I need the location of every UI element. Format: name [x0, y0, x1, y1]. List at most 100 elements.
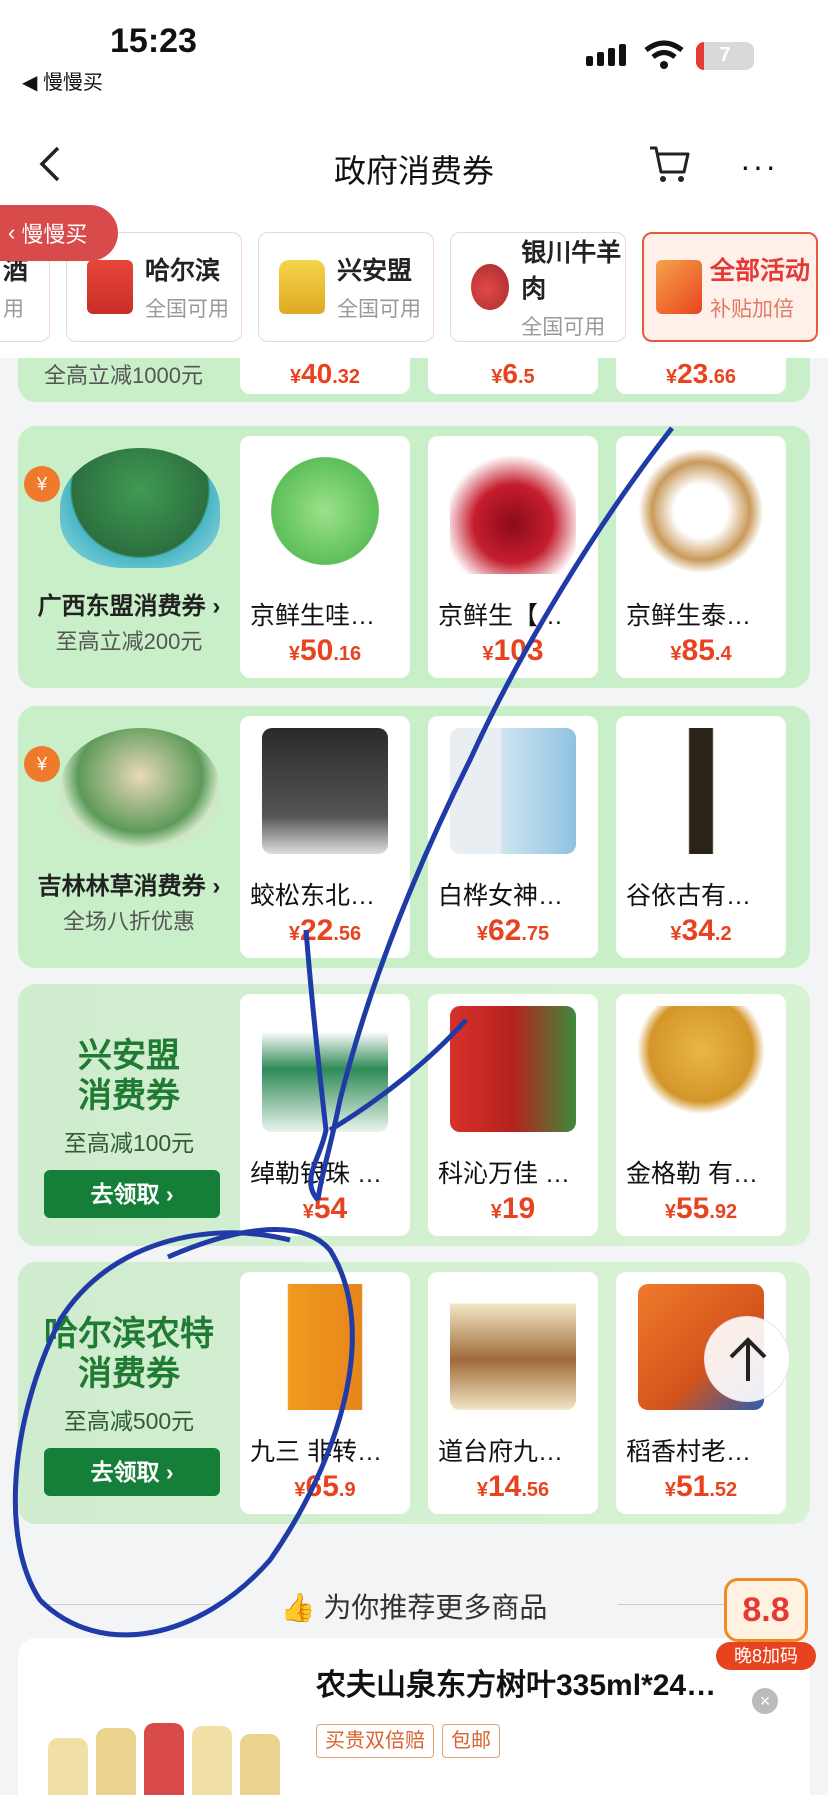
product-image [450, 1284, 576, 1410]
coupon-promo[interactable]: ¥ 吉林林草消费券 › 全场八折优惠 [18, 706, 240, 968]
section-title: 广西东盟消费券 › [37, 593, 221, 620]
product-name: 道台府九… [438, 1438, 564, 1466]
product-price: ¥54 [302, 1192, 348, 1225]
section-subtitle: 至高减100元 [63, 1130, 195, 1156]
section-subtitle: 全场八折优惠 [62, 909, 195, 934]
coupon-section-jilin: ¥ 吉林林草消费券 › 全场八折优惠 蛟松东北… ¥22.56 白桦女神… ¥6… [18, 706, 810, 968]
coupon-badge-icon: ¥ [24, 466, 60, 502]
back-to-app-pill[interactable]: ‹ 慢慢买 [0, 205, 118, 261]
battery-icon: 7 [696, 42, 754, 70]
reward-label: 晚8加码 [716, 1642, 816, 1670]
product-card[interactable]: 九三 非转… ¥65.9 [240, 1272, 410, 1514]
product-price: ¥55.92 [664, 1192, 738, 1225]
more-menu-button[interactable]: ··· [740, 148, 778, 185]
city-tab-sub: 全国可用 [521, 316, 606, 339]
battery-level: 7 [719, 44, 731, 66]
product-price: ¥50.16 [288, 634, 362, 667]
oil-bottle-icon [279, 260, 325, 314]
product-card[interactable]: 京鲜生泰… ¥85.4 [616, 436, 786, 678]
arrow-up-icon [729, 1337, 767, 1381]
page-title: 政府消费券 [333, 153, 494, 189]
city-tab-name: 兴安盟 [337, 257, 413, 285]
product-image [450, 448, 576, 574]
city-tab-sub: 补贴加倍 [710, 298, 794, 321]
product-image [450, 1006, 576, 1132]
product-name: 白桦女神… [438, 882, 564, 910]
product-image [38, 1708, 288, 1795]
section-subtitle: 全高立减1000元 [44, 363, 203, 388]
product-image [638, 728, 764, 854]
reward-widget[interactable]: 8.8 晚8加码 [716, 1578, 816, 1674]
product-card[interactable]: 金格勒 有… ¥55.92 [616, 994, 786, 1236]
gift-box-icon [656, 260, 702, 314]
product-image [262, 1284, 388, 1410]
product-card[interactable]: 蛟松东北… ¥22.56 [240, 716, 410, 958]
product-name: 谷依古有… [626, 882, 752, 910]
product-name: 九三 非转… [250, 1438, 382, 1466]
product-card[interactable]: 谷依古有… ¥34.2 [616, 716, 786, 958]
price-cell[interactable]: ¥6.5 [428, 358, 598, 394]
nav-bar: 政府消费券 ··· [0, 108, 828, 218]
city-tab-name: 全部活动 [710, 257, 811, 285]
city-tab-xinganmeng[interactable]: 兴安盟 全国可用 [258, 232, 434, 342]
wifi-icon [644, 40, 684, 69]
section-subtitle: 至高减500元 [63, 1408, 195, 1434]
city-tab-yinchuan[interactable]: 银川牛羊肉 全国可用 [450, 232, 626, 342]
coupon-section-xinganmeng: 兴安盟 消费券 至高减100元 去领取 › 绰勒银珠 … ¥54 科沁万佳 … … [18, 984, 810, 1246]
back-pill-label: 慢慢买 [21, 222, 88, 247]
product-card[interactable]: 绰勒银珠 … ¥54 [240, 994, 410, 1236]
coupon-section-harbin: 哈尔滨农特 消费券 至高减500元 去领取 › 九三 非转… ¥65.9 道台府… [18, 1262, 810, 1524]
product-card[interactable]: 京鲜生【… ¥103 [428, 436, 598, 678]
section-title: 哈尔滨农特 消费券 [44, 1315, 214, 1393]
coupon-promo[interactable]: ¥ 广西东盟消费券 › 至高立减200元 [18, 426, 240, 688]
back-to-app-link[interactable]: ◀ 慢慢买 [22, 66, 103, 95]
partial-section-top: 全高立减1000元 ¥40.32 ¥6.5 ¥23.66 [18, 358, 810, 402]
recommended-product-card[interactable]: 农夫山泉东方树叶335ml*24… 买贵双倍赔 包邮 [18, 1638, 810, 1795]
scroll-to-top-button[interactable] [704, 1316, 790, 1402]
product-price: ¥62.75 [476, 914, 550, 947]
city-tab-name: 银川牛羊肉 [521, 239, 622, 303]
price-cell[interactable]: ¥23.66 [616, 358, 786, 394]
coupon-promo: 兴安盟 消费券 至高减100元 去领取 › [18, 984, 240, 1246]
product-name: 蛟松东北… [250, 882, 376, 910]
product-name: 京鲜生泰… [626, 602, 752, 630]
island-illustration [60, 448, 220, 568]
meat-icon [471, 264, 510, 310]
product-price: ¥19 [490, 1192, 536, 1225]
section-subtitle: 至高立减200元 [55, 629, 203, 654]
product-price: ¥65.9 [294, 1470, 356, 1503]
product-price: ¥14.56 [476, 1470, 550, 1503]
price-cell[interactable]: ¥40.32 [240, 358, 410, 394]
section-title: 吉林林草消费券 › [37, 873, 221, 900]
product-image [450, 728, 576, 854]
status-time: 15:23 [110, 22, 197, 60]
signal-icon [586, 44, 626, 66]
status-bar: 15:23 ◀ 慢慢买 7 [0, 0, 828, 108]
close-icon[interactable]: × [752, 1688, 778, 1714]
city-tab-bar: 酒 用 哈尔滨 全国可用 兴安盟 全国可用 银川牛羊肉 全国可用 全部活动 补贴… [0, 218, 828, 358]
reward-value: 8.8 [724, 1578, 808, 1642]
product-card[interactable]: 道台府九… ¥14.56 [428, 1272, 598, 1514]
product-image [638, 448, 764, 574]
city-tab-sub: 用 [3, 298, 24, 321]
claim-coupon-button[interactable]: 去领取 › [44, 1170, 220, 1218]
cart-icon[interactable] [648, 144, 692, 184]
coupon-section-guangxi: ¥ 广西东盟消费券 › 至高立减200元 京鲜生哇… ¥50.16 京鲜生【… … [18, 426, 810, 688]
section-title: 兴安盟 消费券 [78, 1037, 180, 1115]
product-image [262, 728, 388, 854]
product-tag: 买贵双倍赔 [316, 1724, 434, 1758]
product-card[interactable]: 京鲜生哇… ¥50.16 [240, 436, 410, 678]
product-card[interactable]: 科沁万佳 … ¥19 [428, 994, 598, 1236]
city-tab-name: 哈尔滨 [145, 257, 221, 285]
product-price: ¥51.52 [664, 1470, 738, 1503]
coupon-list: 全高立减1000元 ¥40.32 ¥6.5 ¥23.66 ¥ 广西东盟消费券 ›… [0, 358, 828, 1795]
product-image [638, 1006, 764, 1132]
recommend-title: 👍 为你推荐更多商品 [280, 1592, 548, 1623]
claim-coupon-button[interactable]: 去领取 › [44, 1448, 220, 1496]
product-image [262, 448, 388, 574]
coupon-promo: 哈尔滨农特 消费券 至高减500元 去领取 › [18, 1262, 240, 1524]
city-tab-all-activities[interactable]: 全部活动 补贴加倍 [642, 232, 818, 342]
building-illustration [60, 728, 220, 848]
product-card[interactable]: 白桦女神… ¥62.75 [428, 716, 598, 958]
city-tab-sub: 全国可用 [145, 298, 229, 321]
